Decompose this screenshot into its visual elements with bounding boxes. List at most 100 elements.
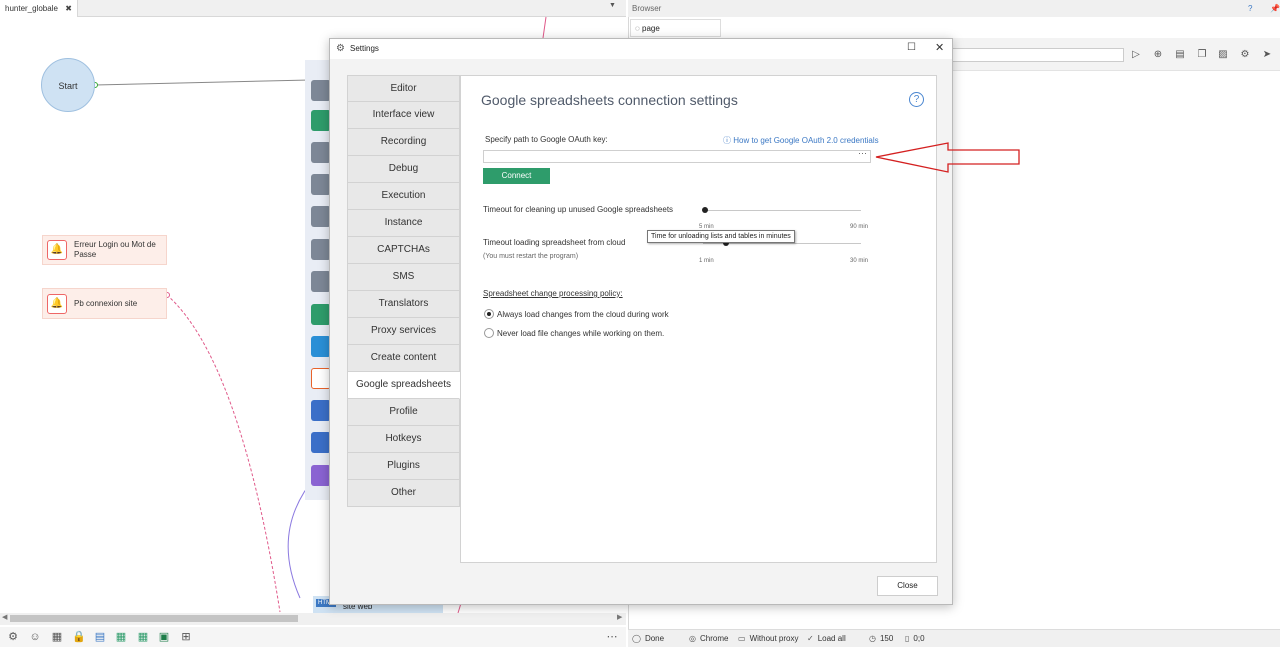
table-icon[interactable]: ▦ bbox=[115, 631, 127, 643]
copy-icon[interactable]: ❐ bbox=[1196, 49, 1208, 61]
scroll-left-icon[interactable]: ◀ bbox=[2, 613, 7, 621]
nav-profile[interactable]: Profile bbox=[347, 399, 460, 426]
dialog-title: Settings bbox=[350, 44, 379, 53]
gear-icon[interactable]: ⚙ bbox=[7, 631, 19, 643]
nav-editor[interactable]: Editor bbox=[347, 75, 460, 102]
add-icon[interactable]: ⊞ bbox=[180, 631, 192, 643]
timer-icon: ◷ bbox=[869, 634, 876, 643]
action-icon[interactable] bbox=[311, 336, 331, 357]
record-icon[interactable]: ⊕ bbox=[1152, 49, 1164, 61]
status-browser[interactable]: ◎ Chrome bbox=[689, 634, 728, 643]
status-browser-label: Chrome bbox=[699, 634, 729, 643]
page-title: Google spreadsheets connection settings bbox=[481, 92, 738, 108]
nav-instance[interactable]: Instance bbox=[347, 210, 460, 237]
nav-create-content[interactable]: Create content bbox=[347, 345, 460, 372]
nav-interface-view[interactable]: Interface view bbox=[347, 102, 460, 129]
monitor-icon: ▭ bbox=[738, 634, 746, 643]
error-node-connexion[interactable]: 🔔 Pb connexion site bbox=[42, 288, 167, 319]
dialog-titlebar[interactable]: ⚙ Settings ☐ ✕ bbox=[330, 39, 952, 59]
timeout-cleanup-slider[interactable] bbox=[702, 207, 708, 213]
status-proxy-label: Without proxy bbox=[749, 634, 799, 643]
nav-google-spreadsheets[interactable]: Google spreadsheets bbox=[347, 372, 460, 399]
status-load-label: Load all bbox=[817, 634, 846, 643]
user-icon[interactable]: ☺ bbox=[29, 631, 41, 643]
cursor-icon[interactable]: ➤ bbox=[1261, 49, 1273, 61]
nav-recording[interactable]: Recording bbox=[347, 129, 460, 156]
document-icon[interactable]: ▤ bbox=[1174, 49, 1186, 61]
oauth-help-link[interactable]: ⓘ How to get Google OAuth 2.0 credential… bbox=[723, 135, 879, 146]
link-error bbox=[166, 294, 281, 613]
list-icon[interactable]: ▤ bbox=[94, 631, 106, 643]
image-icon[interactable]: ▨ bbox=[1217, 49, 1229, 61]
scroll-right-icon[interactable]: ▶ bbox=[617, 613, 622, 621]
browser-tab-label: page bbox=[642, 24, 660, 33]
check-circle-icon: ◯ bbox=[632, 634, 641, 643]
bell-icon: 🔔 bbox=[47, 294, 67, 314]
policy-option-always[interactable]: Always load changes from the cloud durin… bbox=[497, 310, 669, 319]
action-icon[interactable] bbox=[311, 465, 331, 486]
browser-tab[interactable]: ◌ page bbox=[630, 19, 721, 37]
maximize-icon[interactable]: ☐ bbox=[907, 42, 916, 53]
status-proxy[interactable]: ▭ Without proxy bbox=[738, 634, 798, 643]
action-icon[interactable] bbox=[311, 142, 331, 163]
action-icon[interactable] bbox=[311, 400, 331, 421]
action-icon[interactable] bbox=[311, 304, 331, 325]
start-node[interactable]: Start bbox=[41, 58, 95, 112]
status-load[interactable]: ✓ Load all bbox=[807, 634, 846, 643]
more-icon[interactable]: ⋯ bbox=[606, 631, 618, 643]
timeout-loading-note: (You must restart the program) bbox=[483, 253, 579, 260]
action-icon[interactable] bbox=[311, 239, 331, 260]
status-count[interactable]: ◷ 150 bbox=[869, 634, 893, 643]
action-icon[interactable] bbox=[311, 206, 331, 227]
nav-sms[interactable]: SMS bbox=[347, 264, 460, 291]
statusbar: ◯ Done ◎ Chrome ▭ Without proxy ✓ Load all ◷… bbox=[628, 629, 1280, 647]
nav-captchas[interactable]: CAPTCHAs bbox=[347, 237, 460, 264]
nav-other[interactable]: Other bbox=[347, 480, 460, 507]
action-icon[interactable] bbox=[311, 110, 331, 131]
grid-icon[interactable]: ▦ bbox=[51, 631, 63, 643]
tooltip: Time for unloading lists and tables in m… bbox=[647, 230, 795, 243]
nav-hotkeys[interactable]: Hotkeys bbox=[347, 426, 460, 453]
link-top bbox=[542, 16, 547, 39]
chrome-icon: ◎ bbox=[689, 634, 696, 643]
settings-dialog: ⚙ Settings ☐ ✕ Editor Interface view Rec… bbox=[329, 38, 953, 605]
table-icon[interactable]: ▦ bbox=[137, 631, 149, 643]
close-button[interactable]: Close bbox=[877, 576, 938, 596]
help-icon[interactable]: ? bbox=[909, 92, 924, 107]
timeout-cleanup-track[interactable] bbox=[703, 210, 861, 211]
nav-proxy-services[interactable]: Proxy services bbox=[347, 318, 460, 345]
gear-icon: ⚙ bbox=[336, 43, 345, 54]
action-icon[interactable] bbox=[311, 432, 331, 453]
settings-content: Google spreadsheets connection settings … bbox=[460, 75, 937, 563]
nav-execution[interactable]: Execution bbox=[347, 183, 460, 210]
action-icon[interactable] bbox=[311, 271, 331, 292]
nav-plugins[interactable]: Plugins bbox=[347, 453, 460, 480]
play-icon[interactable]: ▷ bbox=[1130, 49, 1142, 61]
nav-translators[interactable]: Translators bbox=[347, 291, 460, 318]
error-node-login[interactable]: 🔔 Erreur Login ou Mot de Passe bbox=[42, 235, 167, 265]
pin-icon[interactable]: 📌 bbox=[1270, 0, 1280, 17]
help-icon[interactable]: ? bbox=[1248, 0, 1252, 17]
oauth-label: Specify path to Google OAuth key: bbox=[485, 135, 608, 144]
url-input[interactable] bbox=[952, 48, 1124, 62]
bell-icon: 🔔 bbox=[47, 240, 67, 260]
action-icon[interactable] bbox=[311, 368, 331, 389]
connect-button[interactable]: Connect bbox=[483, 168, 550, 184]
status-count-label: 150 bbox=[879, 634, 894, 643]
policy-option-never[interactable]: Never load file changes while working on… bbox=[497, 329, 664, 338]
action-icon[interactable] bbox=[311, 80, 331, 101]
policy-radio-always[interactable] bbox=[484, 309, 494, 319]
scroll-thumb[interactable] bbox=[10, 615, 298, 622]
nav-debug[interactable]: Debug bbox=[347, 156, 460, 183]
settings-icon[interactable]: ⚙ bbox=[1239, 49, 1251, 61]
oauth-path-input[interactable]: ··· bbox=[483, 148, 871, 163]
spreadsheet-icon[interactable]: ▣ bbox=[158, 631, 170, 643]
action-icon[interactable] bbox=[311, 174, 331, 195]
check-icon: ✓ bbox=[807, 634, 814, 643]
policy-radio-never[interactable] bbox=[484, 328, 494, 338]
browse-button[interactable]: ··· bbox=[858, 148, 867, 158]
error-node-label: Pb connexion site bbox=[74, 299, 138, 308]
lock-icon[interactable]: 🔒 bbox=[72, 631, 86, 643]
close-icon[interactable]: ✕ bbox=[935, 41, 944, 54]
horizontal-scrollbar[interactable]: ◀ ▶ bbox=[0, 613, 626, 625]
